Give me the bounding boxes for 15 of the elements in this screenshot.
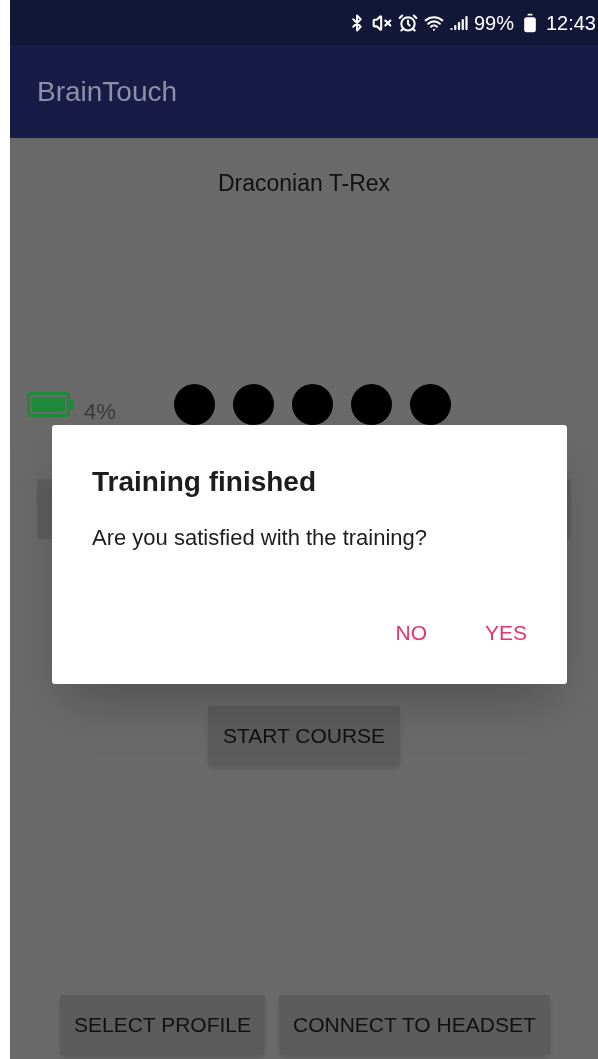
app-title: BrainTouch <box>37 74 178 109</box>
bottom-button[interactable]: CONNECT TO HEADSET <box>279 995 550 1055</box>
dialog-title: Training finished <box>92 465 317 499</box>
profile-name: Draconian T-Rex <box>217 169 391 198</box>
clock: 12:43 <box>545 10 596 36</box>
start-course-button[interactable]: START COURSE <box>208 705 400 766</box>
dialog-button[interactable]: YES <box>474 610 537 654</box>
bottom-button[interactable]: SELECT PROFILE <box>60 995 265 1055</box>
battery-percent: 99% <box>473 10 514 36</box>
dialog-button[interactable]: NO <box>385 610 437 654</box>
headset-battery-icon <box>27 392 74 417</box>
mute-icon <box>371 12 392 33</box>
alarm-icon <box>397 12 418 33</box>
dialog-message: Are you satisfied with the training? <box>92 524 429 552</box>
signal-icon <box>449 13 468 32</box>
